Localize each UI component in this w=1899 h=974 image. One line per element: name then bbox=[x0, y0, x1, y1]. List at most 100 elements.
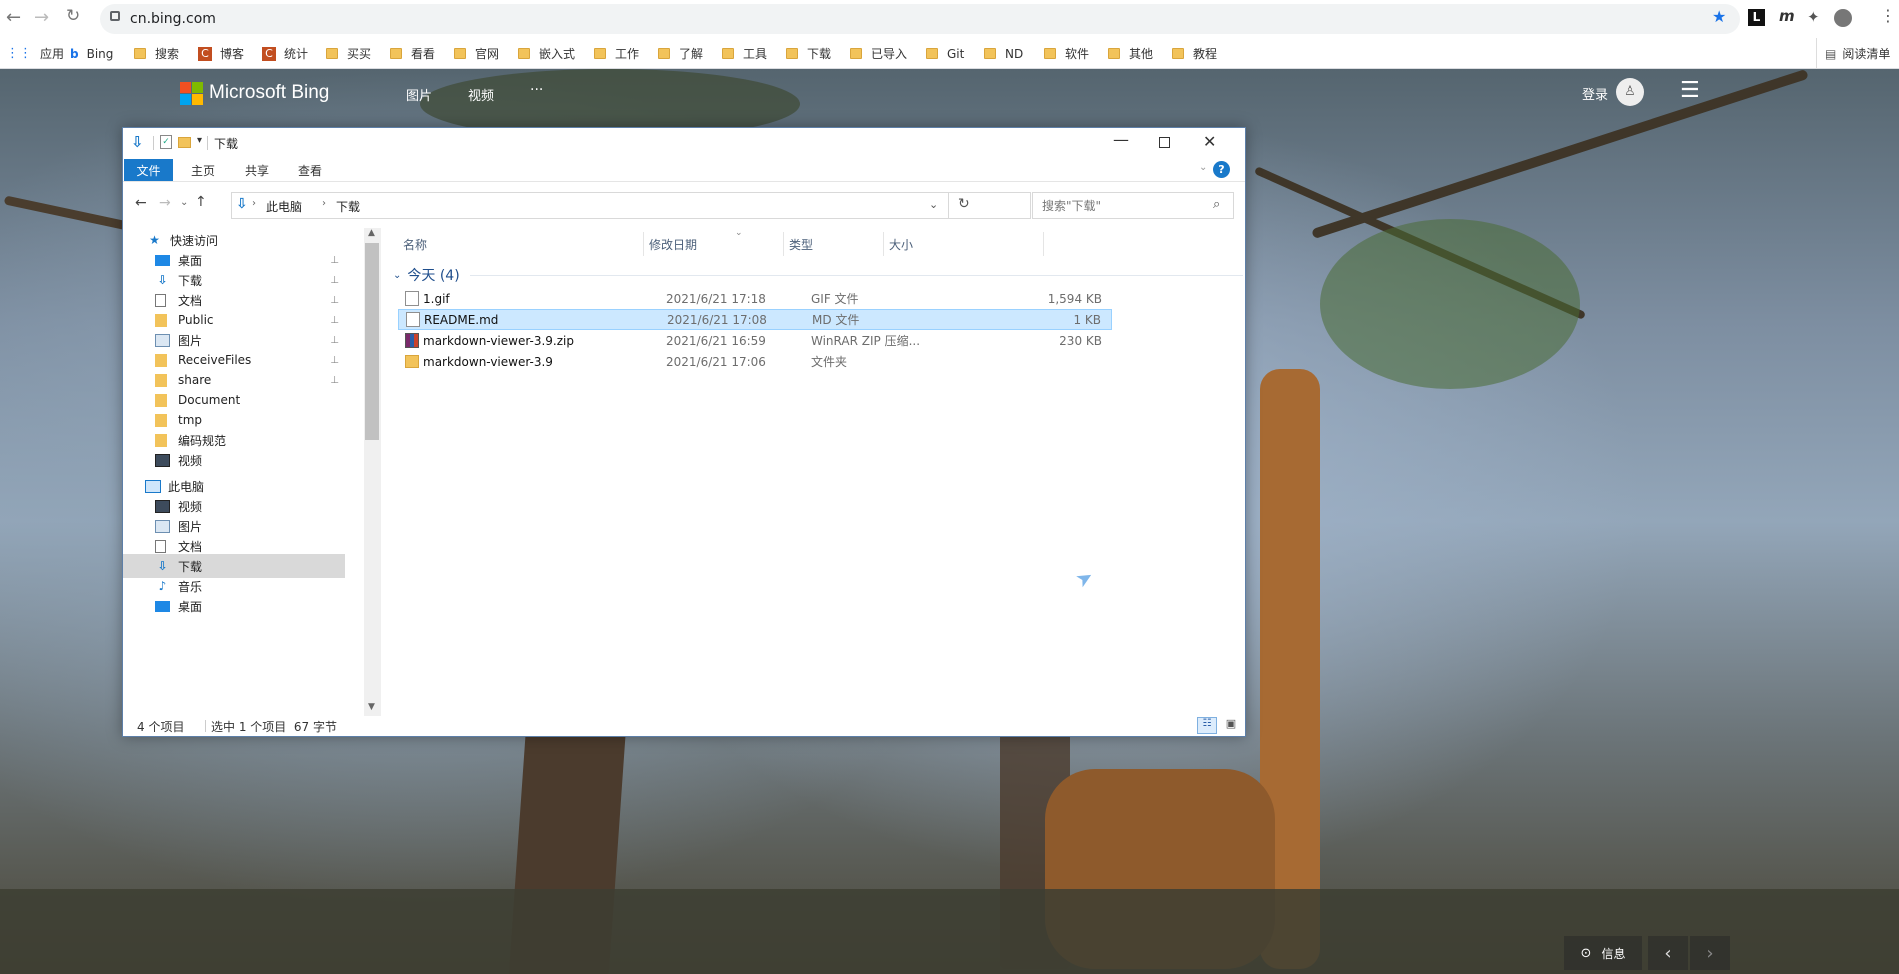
pin-icon[interactable]: ⊥ bbox=[330, 295, 339, 306]
close-button[interactable]: ✕ bbox=[1203, 132, 1216, 151]
group-header-today[interactable]: ⌄ 今天 (4) bbox=[393, 264, 1243, 286]
new-folder-icon[interactable] bbox=[178, 137, 191, 148]
bookmark-item[interactable]: 软件 bbox=[1044, 38, 1089, 69]
minimize-button[interactable]: — bbox=[1113, 130, 1129, 149]
tab-file[interactable]: 文件 bbox=[124, 159, 173, 181]
nav-item[interactable]: 视频 bbox=[123, 448, 345, 472]
selection-info: 选中 1 个项目 67 字节 bbox=[211, 720, 337, 734]
folder-icon bbox=[722, 48, 734, 59]
bookmark-item[interactable]: C 博客 bbox=[198, 38, 244, 69]
bookmark-item[interactable]: C 统计 bbox=[262, 38, 308, 69]
bookmark-item[interactable]: 看看 bbox=[390, 38, 435, 69]
recent-locations-icon[interactable]: ⌄ bbox=[180, 197, 188, 208]
tab-share[interactable]: 共享 bbox=[245, 158, 269, 182]
pin-icon[interactable]: ⊥ bbox=[330, 355, 339, 366]
bookmark-item[interactable]: 买买 bbox=[326, 38, 371, 69]
bookmark-item[interactable]: 教程 bbox=[1172, 38, 1217, 69]
folder-icon bbox=[926, 48, 938, 59]
file-row-selected[interactable]: README.md 2021/6/21 17:08 MD 文件 1 KB bbox=[398, 309, 1112, 330]
previous-image-button[interactable]: ‹ bbox=[1648, 936, 1688, 970]
next-image-button[interactable]: › bbox=[1690, 936, 1730, 970]
quick-access-dropdown-icon[interactable]: ▾ bbox=[197, 135, 202, 146]
profile-avatar-icon[interactable] bbox=[1834, 9, 1852, 27]
column-date[interactable]: 修改日期 bbox=[649, 230, 697, 258]
extension-m-icon[interactable]: m bbox=[1779, 7, 1795, 25]
maximize-button[interactable] bbox=[1159, 137, 1170, 148]
nav-item[interactable]: 桌面 bbox=[123, 594, 345, 618]
back-icon[interactable]: ← bbox=[6, 7, 21, 28]
column-size[interactable]: 大小 bbox=[889, 230, 913, 258]
folder-icon bbox=[658, 48, 670, 59]
extensions-puzzle-icon[interactable]: ✦ bbox=[1807, 8, 1820, 26]
bing-nav-videos[interactable]: 视频 bbox=[468, 85, 494, 104]
breadcrumb-downloads[interactable]: 下载 bbox=[336, 198, 360, 215]
bookmark-item[interactable]: 官网 bbox=[454, 38, 499, 69]
tab-view[interactable]: 查看 bbox=[298, 158, 322, 182]
hamburger-menu-icon[interactable]: ☰ bbox=[1680, 78, 1700, 103]
bookmark-item[interactable]: 下载 bbox=[786, 38, 831, 69]
bookmark-item[interactable]: Git bbox=[926, 38, 964, 69]
bookmark-item[interactable]: 了解 bbox=[658, 38, 703, 69]
scrollbar-thumb[interactable] bbox=[365, 243, 379, 440]
document-icon bbox=[155, 293, 166, 307]
bookmark-item[interactable]: 已导入 bbox=[850, 38, 907, 69]
ribbon-expand-icon[interactable]: ⌄ bbox=[1199, 162, 1207, 173]
bookmark-item[interactable]: 嵌入式 bbox=[518, 38, 575, 69]
bookmark-item[interactable]: 其他 bbox=[1108, 38, 1153, 69]
pin-icon[interactable]: ⊥ bbox=[330, 275, 339, 286]
large-icons-view-icon[interactable]: ▣ bbox=[1221, 717, 1241, 734]
bookmark-star-icon[interactable]: ★ bbox=[1712, 7, 1726, 26]
bookmark-apps[interactable]: ⋮⋮ 应用 bbox=[6, 38, 64, 69]
scroll-down-icon[interactable]: ▼ bbox=[368, 702, 375, 712]
winrar-icon bbox=[405, 333, 419, 348]
folder-icon bbox=[850, 48, 862, 59]
help-icon[interactable]: ? bbox=[1213, 161, 1230, 178]
bing-logo[interactable]: Microsoft Bing bbox=[180, 80, 329, 106]
scroll-up-icon[interactable]: ▲ bbox=[368, 228, 375, 238]
reading-list[interactable]: ▤ 阅读清单 bbox=[1816, 38, 1890, 69]
bing-nav-more[interactable]: ··· bbox=[530, 82, 543, 98]
info-button[interactable]: ⊙ 信息 bbox=[1564, 936, 1642, 970]
properties-check-icon[interactable]: ✓ bbox=[160, 135, 172, 149]
bookmark-item[interactable]: 工具 bbox=[722, 38, 767, 69]
breadcrumb-this-pc[interactable]: 此电脑 bbox=[266, 198, 302, 215]
pin-icon[interactable]: ⊥ bbox=[330, 255, 339, 266]
column-divider[interactable] bbox=[643, 232, 644, 256]
chevron-right-icon: › bbox=[1706, 942, 1714, 964]
forward-icon[interactable]: → bbox=[34, 7, 49, 28]
file-row[interactable]: 1.gif 2021/6/21 17:18 GIF 文件 1,594 KB bbox=[398, 288, 1112, 309]
file-row[interactable]: markdown-viewer-3.9.zip 2021/6/21 16:59 … bbox=[398, 330, 1112, 351]
folder-icon bbox=[454, 48, 466, 59]
login-link[interactable]: 登录 bbox=[1582, 84, 1608, 103]
bing-nav-images[interactable]: 图片 bbox=[406, 85, 432, 104]
bookmark-item[interactable]: 搜索 bbox=[134, 38, 179, 69]
refresh-icon[interactable]: ↻ bbox=[958, 196, 970, 212]
folder-icon bbox=[405, 355, 419, 368]
file-row[interactable]: markdown-viewer-3.9 2021/6/21 17:06 文件夹 bbox=[398, 351, 1112, 372]
address-bar[interactable]: cn.bing.com ★ bbox=[100, 4, 1740, 34]
column-name[interactable]: 名称 bbox=[403, 230, 427, 258]
details-view-icon[interactable]: ☷ bbox=[1197, 717, 1217, 734]
column-divider[interactable] bbox=[883, 232, 884, 256]
column-divider[interactable] bbox=[1043, 232, 1044, 256]
bookmark-bing[interactable]: b Bing bbox=[70, 38, 113, 69]
address-history-dropdown-icon[interactable]: ⌄ bbox=[929, 198, 938, 211]
reload-icon[interactable]: ↻ bbox=[66, 6, 80, 26]
column-divider[interactable] bbox=[783, 232, 784, 256]
column-type[interactable]: 类型 bbox=[789, 230, 813, 258]
pin-icon[interactable]: ⊥ bbox=[330, 335, 339, 346]
up-icon[interactable]: ↑ bbox=[195, 194, 207, 210]
extension-l-icon[interactable]: L bbox=[1748, 9, 1765, 26]
search-input[interactable]: 搜索"下载" ⌕ bbox=[1032, 192, 1234, 219]
menu-dots-icon[interactable]: ⋮ bbox=[1880, 6, 1896, 25]
forward-icon[interactable]: → bbox=[159, 195, 171, 211]
tab-home[interactable]: 主页 bbox=[191, 158, 215, 182]
address-field[interactable]: ⇩ › 此电脑 › 下载 ⌄ ↻ bbox=[231, 192, 1031, 219]
bookmark-item[interactable]: 工作 bbox=[594, 38, 639, 69]
pin-icon[interactable]: ⊥ bbox=[330, 375, 339, 386]
user-avatar-icon[interactable]: ♙ bbox=[1616, 78, 1644, 106]
pin-icon[interactable]: ⊥ bbox=[330, 315, 339, 326]
computer-icon bbox=[145, 479, 161, 493]
bookmark-item[interactable]: ND bbox=[984, 38, 1023, 69]
back-icon[interactable]: ← bbox=[135, 195, 147, 211]
